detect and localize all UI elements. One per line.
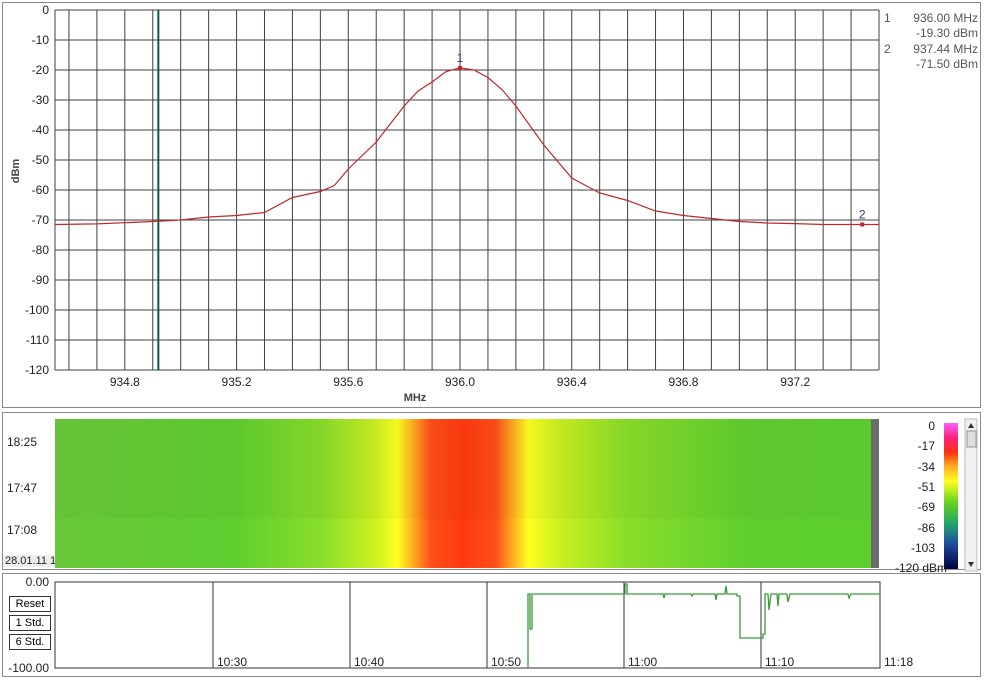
marker-1-point — [458, 65, 463, 70]
color-scale-label: -86 — [917, 520, 935, 535]
timeline-tick-label: 10:40 — [354, 655, 384, 669]
x-tick-label: 936.0 — [445, 375, 475, 389]
y-tick-label: 0 — [42, 3, 49, 17]
marker-1-label: 1 — [457, 51, 464, 65]
x-tick-label: 934.8 — [110, 375, 140, 389]
x-tick-label: 935.6 — [333, 375, 363, 389]
y-tick-label: -80 — [32, 243, 50, 257]
waterfall-panel[interactable]: 18:25 17:47 17:08 28.01.11 11h:17m 0 -17… — [2, 412, 982, 575]
marker-readout-id: 1 — [884, 11, 891, 25]
timeline-tick-label: 10:50 — [491, 655, 521, 669]
y-tick-label: -60 — [32, 183, 50, 197]
y-tick-label: -50 — [32, 153, 50, 167]
marker-2-point — [860, 222, 865, 227]
y-tick-label: -10 — [32, 33, 50, 47]
marker-readout-id: 2 — [884, 42, 891, 56]
spectrum-panel[interactable]: 0 -10 -20 -30 -40 -50 -60 -70 -80 -90 -100 -110 -120… — [2, 2, 981, 408]
y-tick-label: -20 — [32, 63, 50, 77]
marker-readout-level: -71.50 dBm — [916, 57, 978, 71]
reset-button[interactable]: Reset — [9, 596, 51, 612]
marker-2-label: 2 — [859, 208, 866, 222]
spectrum-trace — [54, 67, 879, 226]
marker-readout-freq: 936.00 MHz — [913, 11, 978, 25]
color-scale-label: -51 — [917, 479, 935, 494]
1-std-button[interactable]: 1 Std. — [9, 615, 51, 631]
color-scale-label: -34 — [917, 459, 935, 474]
x-tick-label: 936.8 — [668, 375, 698, 389]
x-tick-label: 936.4 — [557, 375, 587, 389]
color-scale-label: 0 — [928, 419, 935, 433]
color-scale-bar — [944, 423, 958, 569]
timeline-panel[interactable]: 0.00 -100.00 10:30 10:40 10:50 11:00 11:10 11:1… — [2, 573, 981, 677]
marker-readout-level: -19.30 dBm — [916, 26, 978, 40]
y-axis-label: dBm — [10, 159, 22, 184]
timeline-tick-label: 11:00 — [628, 655, 657, 669]
timeline-chart[interactable]: 0.00 -100.00 10:30 10:40 10:50 11:00 11:10 11:1… — [3, 574, 982, 678]
6-std-button[interactable]: 6 Std. — [9, 634, 51, 650]
y-tick-label: -30 — [32, 93, 50, 107]
color-scale-label: -17 — [917, 439, 935, 454]
x-axis-label: MHz — [404, 392, 427, 404]
timeline-tick-label: 10:30 — [217, 655, 247, 669]
y-tick-label: -120 — [25, 363, 49, 377]
spectrum-chart[interactable]: 0 -10 -20 -30 -40 -50 -60 -70 -80 -90 -100 -110 -120… — [3, 3, 982, 409]
y-tick-label: -70 — [32, 213, 50, 227]
x-tick-label: 937.2 — [780, 375, 810, 389]
color-scale-label: -103 — [910, 540, 935, 555]
color-scale-label: -69 — [917, 500, 935, 515]
waterfall-heatmap[interactable] — [3, 413, 982, 572]
x-tick-label: 935.2 — [222, 375, 252, 389]
y-tick-label: -110 — [26, 333, 49, 347]
y-tick-label: -100 — [25, 303, 49, 317]
y-tick-label: -90 — [32, 273, 50, 287]
timeline-top-value: 0.00 — [26, 575, 50, 589]
timeline-tick-label: 11:10 — [765, 655, 794, 669]
waterfall-scroll-thumb — [966, 430, 977, 448]
y-tick-label: -40 — [32, 123, 50, 137]
timeline-plot-area — [54, 581, 881, 669]
marker-readout-freq: 937.44 MHz — [913, 42, 978, 56]
timeline-tick-label: 11:18 — [884, 655, 913, 669]
timeline-bottom-value: -100.00 — [8, 661, 49, 675]
